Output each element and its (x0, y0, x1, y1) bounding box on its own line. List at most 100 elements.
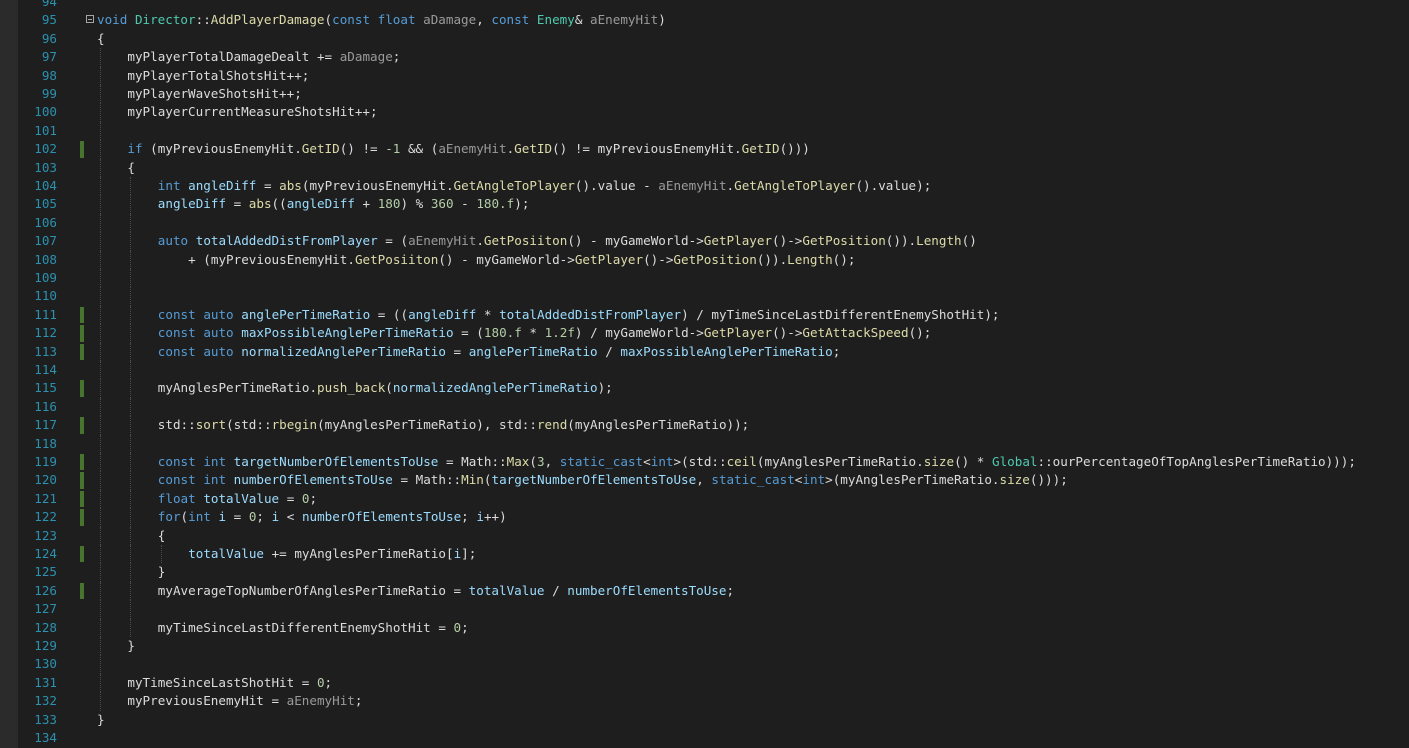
code-token: ) % (400, 196, 431, 212)
code-line[interactable]: 95 void Director::AddPlayerDamage(const f… (18, 11, 1409, 29)
code-line[interactable]: 117 std::sort(std::rbegin(myAnglesPerTime… (18, 416, 1409, 435)
code-line[interactable]: 94 (18, 0, 1409, 11)
code-token: i (476, 509, 484, 525)
code-line[interactable]: 110 (18, 287, 1409, 306)
code-token: GetPlayer (703, 233, 773, 249)
code-line[interactable]: 125} (18, 563, 1409, 582)
code-line[interactable]: 116 (18, 397, 1409, 417)
code-line[interactable]: 118 (18, 434, 1409, 453)
code-token: GetPosition (673, 251, 757, 267)
indent-guide (100, 673, 101, 693)
indent-guide (130, 526, 132, 545)
code-token: ); (597, 380, 613, 396)
code-token: size (923, 454, 955, 469)
code-token: GetPlayer (574, 251, 644, 267)
code-token: = Math:: (392, 472, 462, 488)
code-line[interactable]: 104 int angleDiff = abs(myPreviousEnemyHi… (18, 177, 1409, 196)
code-line[interactable]: 111 const auto anglePerTimeRatio = ((angl… (18, 305, 1409, 325)
code-line[interactable]: 130 (18, 655, 1409, 674)
code-token: (); (908, 325, 932, 341)
code-line[interactable]: 129} (18, 637, 1409, 656)
code-line[interactable]: 128 myTimeSinceLastDifferentEnemyShotHit … (18, 618, 1409, 637)
code-line[interactable]: 126 myAverageTopNumberOfAnglesPerTimeRati… (18, 581, 1409, 601)
code-line[interactable]: 132 myPreviousEnemyHit = aEnemyHit; (18, 692, 1409, 711)
code-line[interactable]: 109 (18, 269, 1409, 288)
collapse-minus-icon[interactable] (86, 15, 94, 24)
code-token: < (643, 454, 651, 469)
line-number: 94 (41, 0, 57, 9)
indent-guide (100, 434, 101, 453)
line-number: 102 (34, 141, 57, 157)
code-token: ()). (756, 251, 788, 267)
change-marker (80, 454, 84, 471)
code-line[interactable]: 131 myTimeSinceLastShotHit = 0; (18, 673, 1409, 693)
code-token: ()-> (643, 251, 674, 267)
indent-guide (130, 581, 132, 601)
line-number: 123 (34, 527, 57, 543)
code-line[interactable]: 113 const auto normalizedAnglePerTimeRati… (18, 342, 1409, 361)
code-line[interactable]: 96 { (18, 30, 1409, 48)
code-line[interactable]: 119 const int targetNumberOfElementsToUse… (18, 453, 1409, 472)
code-line[interactable]: 107 auto totalAddedDistFromPlayer = (aEne… (18, 232, 1409, 251)
code-token: 0 (453, 619, 462, 635)
code-text: const int targetNumberOfElementsToUse = … (158, 453, 1356, 471)
code-line[interactable]: 103 { (18, 158, 1409, 177)
change-marker (80, 417, 84, 434)
indent-guide (130, 600, 132, 619)
code-editor[interactable]: 9495 void Director::AddPlayerDamage(const… (0, 0, 1409, 748)
indent-guide (130, 489, 132, 509)
code-token: () * (954, 454, 992, 469)
code-area[interactable]: 9495 void Director::AddPlayerDamage(const… (18, 0, 1409, 748)
code-token: rend (536, 417, 568, 433)
indent-guide (100, 692, 101, 711)
code-token: -1 (385, 141, 401, 157)
editor-left-margin (0, 0, 18, 748)
code-token: 3 (536, 454, 545, 469)
code-line[interactable]: 124 totalValue += myAnglesPerTimeRatio[i]… (18, 545, 1409, 564)
code-token: i (218, 509, 227, 525)
code-token: ()-> (772, 325, 803, 341)
code-token: (myPreviousEnemyHit. (142, 141, 302, 157)
code-token: GetAngleToPlayer (734, 178, 856, 193)
code-line[interactable]: 101 (18, 121, 1409, 141)
code-token: ; (324, 674, 333, 690)
code-token: ; (726, 582, 735, 598)
code-line[interactable]: 108 + (myPreviousEnemyHit.GetPosiiton() … (18, 250, 1409, 269)
code-line[interactable]: 100 myPlayerCurrentMeasureShotsHit++; (18, 103, 1409, 122)
code-line[interactable]: 133} (18, 711, 1409, 729)
indent-guide (100, 361, 101, 380)
code-line[interactable]: 121 float totalValue = 0; (18, 489, 1409, 509)
line-number: 133 (34, 711, 57, 727)
code-line[interactable]: 97 myPlayerTotalDamageDealt += aDamage; (18, 48, 1409, 67)
indent-guide (100, 269, 101, 288)
code-token: . (726, 178, 735, 193)
code-line[interactable]: 98 myPlayerTotalShotsHit++; (18, 66, 1409, 85)
code-token: totalValue (188, 546, 265, 561)
code-line[interactable]: 123 { (18, 526, 1409, 545)
code-text: const auto normalizedAnglePerTimeRatio =… (158, 343, 840, 361)
code-line[interactable]: 105 angleDiff = abs((angleDiff + 180) % 3… (18, 195, 1409, 214)
code-line[interactable]: 106 (18, 213, 1409, 233)
code-line[interactable]: 112 const auto maxPossibleAnglePerTimeRat… (18, 324, 1409, 343)
code-line[interactable]: 134 (18, 729, 1409, 747)
code-token: myTimeSinceLastDifferentEnemyShotHit = (157, 619, 454, 635)
code-token: + (354, 196, 378, 212)
code-token: normalizedAnglePerTimeRatio (392, 380, 598, 396)
code-token: , (696, 472, 712, 488)
code-text: { (127, 159, 135, 177)
code-text: std::sort(std::rbegin(myAnglesPerTimeRat… (158, 416, 749, 434)
indent-guide (130, 305, 132, 325)
code-line[interactable]: 99 myPlayerWaveShotsHit++; (18, 85, 1409, 104)
code-line[interactable]: 127 (18, 600, 1409, 619)
code-line[interactable]: 122 for(int i = 0; i < numberOfElementsTo… (18, 508, 1409, 527)
code-line[interactable]: 114 (18, 361, 1409, 380)
code-line[interactable]: 120 const int numberOfElementsToUse = Mat… (18, 471, 1409, 490)
code-token: push_back (317, 380, 386, 396)
code-token: std:: (157, 417, 196, 433)
code-line[interactable]: 115 myAnglesPerTimeRatio.push_back(normal… (18, 379, 1409, 398)
code-token: () - myGameWorld-> (567, 233, 704, 249)
code-line[interactable]: 102 if (myPreviousEnemyHit.GetID() != -1 … (18, 140, 1409, 159)
code-token: + (myPreviousEnemyHit. (157, 251, 355, 267)
